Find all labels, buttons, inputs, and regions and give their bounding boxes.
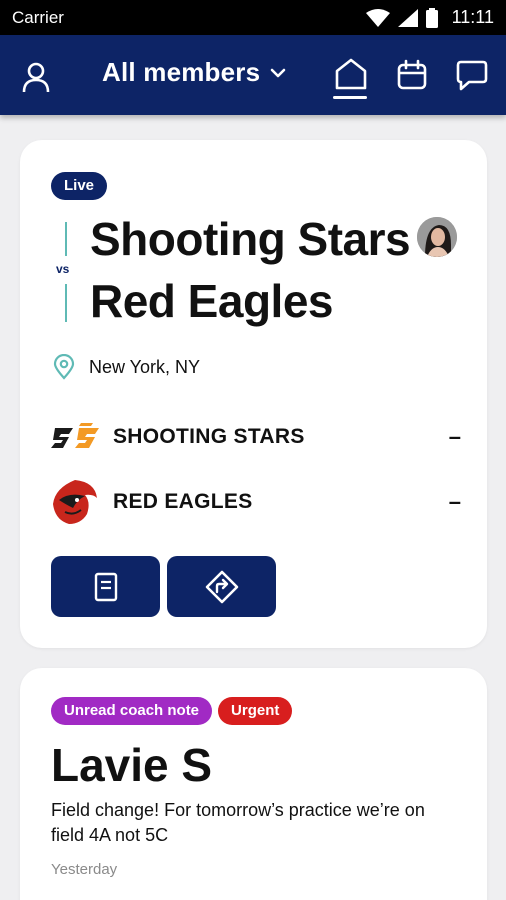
shooting-stars-logo bbox=[51, 414, 101, 460]
calendar-icon bbox=[397, 59, 427, 90]
app-bar: All members bbox=[0, 35, 506, 115]
wifi-icon bbox=[365, 8, 390, 27]
location-text: New York, NY bbox=[89, 356, 201, 377]
calendar-tab[interactable] bbox=[396, 59, 428, 91]
live-badge: Live bbox=[51, 172, 108, 200]
note-timestamp: Yesterday bbox=[51, 861, 118, 878]
note-badges: Unread coach note Urgent bbox=[51, 697, 293, 725]
team-score: – bbox=[448, 489, 461, 514]
vs-divider-top bbox=[65, 222, 67, 256]
team-score: – bbox=[448, 424, 461, 449]
chat-icon bbox=[456, 60, 488, 91]
vs-label: vs bbox=[56, 262, 70, 276]
score-row-home: SHOOTING STARS – bbox=[51, 413, 461, 461]
profile-button[interactable] bbox=[20, 61, 52, 93]
vs-divider-bottom bbox=[65, 284, 67, 322]
location-pin-icon bbox=[53, 354, 75, 380]
battery-icon bbox=[425, 7, 438, 28]
clock: 11:11 bbox=[451, 7, 494, 27]
member-filter-dropdown[interactable]: All members bbox=[102, 57, 286, 88]
home-tab[interactable] bbox=[333, 57, 369, 99]
note-author: Lavie S bbox=[51, 739, 213, 791]
carrier-label: Carrier bbox=[12, 7, 64, 27]
urgent-badge: Urgent bbox=[218, 697, 293, 725]
profile-icon bbox=[22, 62, 50, 93]
avatar-image bbox=[417, 217, 457, 257]
red-eagles-logo bbox=[51, 479, 101, 525]
cell-signal-icon bbox=[397, 8, 418, 27]
score-row-away: RED EAGLES – bbox=[51, 478, 461, 526]
team-name: SHOOTING STARS bbox=[113, 425, 305, 448]
avatar[interactable] bbox=[417, 217, 457, 257]
away-team-title: Red Eagles bbox=[90, 275, 334, 327]
location[interactable]: New York, NY bbox=[53, 354, 200, 380]
coach-note-card[interactable]: Unread coach note Urgent Lavie S Field c… bbox=[20, 668, 487, 900]
home-icon bbox=[335, 58, 367, 90]
status-icons: 11:11 bbox=[365, 7, 494, 28]
game-card[interactable]: Live vs Shooting Stars Red Eagles New Yo… bbox=[20, 140, 487, 648]
chat-tab[interactable] bbox=[456, 59, 488, 91]
directions-icon bbox=[205, 570, 238, 603]
app-bar-title: All members bbox=[102, 57, 261, 87]
document-icon bbox=[94, 572, 117, 601]
chevron-down-icon bbox=[270, 68, 286, 77]
unread-badge: Unread coach note bbox=[51, 697, 213, 725]
directions-button[interactable] bbox=[167, 556, 276, 617]
team-name: RED EAGLES bbox=[113, 490, 253, 513]
game-details-button[interactable] bbox=[51, 556, 160, 617]
note-message: Field change! For tomorrow’s practice we… bbox=[51, 800, 425, 845]
active-tab-indicator bbox=[333, 96, 367, 99]
home-team-title: Shooting Stars bbox=[90, 213, 411, 265]
status-bar: Carrier 11:11 bbox=[0, 0, 506, 35]
